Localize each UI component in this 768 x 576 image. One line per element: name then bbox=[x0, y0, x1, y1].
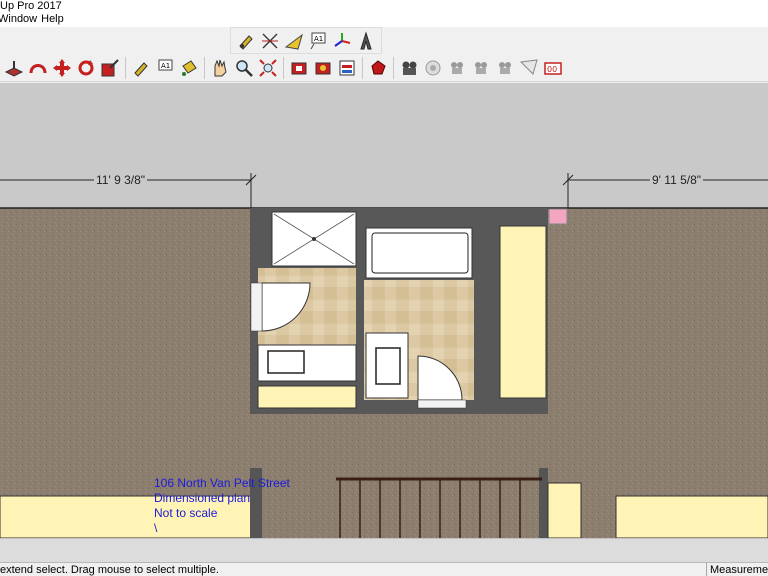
push-pull-icon[interactable] bbox=[3, 57, 25, 79]
toolbar-separator bbox=[125, 56, 126, 79]
status-bar: extend select. Drag mouse to select mult… bbox=[0, 562, 768, 576]
ruby-icon[interactable] bbox=[367, 57, 389, 79]
tape-measure-icon[interactable] bbox=[235, 30, 257, 52]
floor-plan-drawing bbox=[0, 173, 768, 538]
protractor-icon[interactable] bbox=[283, 30, 305, 52]
3d-warehouse-icon[interactable] bbox=[288, 57, 310, 79]
zoom-extents-icon[interactable] bbox=[257, 57, 279, 79]
text-icon[interactable]: A1 bbox=[154, 57, 176, 79]
bottom-mid-cabinet bbox=[547, 482, 582, 538]
follow-me-icon[interactable] bbox=[27, 57, 49, 79]
camera-2-icon[interactable] bbox=[470, 57, 492, 79]
dimension-label-left: 11' 9 3/8" bbox=[94, 173, 148, 187]
svg-text:A1: A1 bbox=[314, 35, 323, 43]
menu-window[interactable]: Window bbox=[0, 12, 41, 27]
pink-marker bbox=[548, 208, 568, 225]
move-icon[interactable] bbox=[51, 57, 73, 79]
toolbar-separator bbox=[283, 56, 284, 79]
look-around-icon[interactable] bbox=[422, 57, 444, 79]
main-toolbar: A1 00 bbox=[0, 54, 768, 82]
measurements-box[interactable]: Measurements bbox=[706, 563, 768, 576]
annotation-line-1: 106 North Van Pelt Street bbox=[154, 476, 290, 490]
window-title: Up Pro 2017 bbox=[0, 0, 62, 12]
3d-text-icon[interactable] bbox=[355, 30, 377, 52]
toolbar-separator bbox=[204, 56, 205, 79]
annotation-line-4: \ bbox=[154, 521, 158, 535]
horizontal-scroll-area[interactable] bbox=[0, 538, 768, 562]
drawing-viewport[interactable]: 11' 9 3/8" 9' 11 5/8" 106 North Van Pelt… bbox=[0, 83, 768, 538]
axes-icon[interactable] bbox=[331, 30, 353, 52]
svg-text:A1: A1 bbox=[161, 62, 170, 70]
menu-help[interactable]: Help bbox=[41, 12, 68, 27]
menu-bar: Window Help bbox=[0, 12, 768, 27]
zoom-icon[interactable] bbox=[233, 57, 255, 79]
left-lower-cabinet bbox=[257, 385, 357, 409]
tape-measure-icon[interactable] bbox=[130, 57, 152, 79]
advanced-camera-icon[interactable] bbox=[398, 57, 420, 79]
title-bar: Up Pro 2017 bbox=[0, 0, 768, 12]
extension-warehouse-icon[interactable] bbox=[312, 57, 334, 79]
annotation-line-2: Dimensioned plan bbox=[154, 491, 251, 505]
dimension-label-right: 9' 11 5/8" bbox=[650, 173, 704, 187]
camera-1-icon[interactable] bbox=[446, 57, 468, 79]
paint-bucket-icon[interactable] bbox=[178, 57, 200, 79]
bottom-right-cabinet bbox=[615, 495, 768, 538]
toolbar-separator bbox=[362, 56, 363, 79]
svg-text:00: 00 bbox=[547, 65, 557, 74]
camera-frustum-icon[interactable] bbox=[518, 57, 540, 79]
construction-toolbar: A1 bbox=[230, 27, 382, 54]
pan-icon[interactable] bbox=[209, 57, 231, 79]
camera-3-icon[interactable] bbox=[494, 57, 516, 79]
camera-clear-icon[interactable]: 00 bbox=[542, 57, 564, 79]
layout-icon[interactable] bbox=[336, 57, 358, 79]
rotate-icon[interactable] bbox=[75, 57, 97, 79]
annotation-line-3: Not to scale bbox=[154, 506, 218, 520]
dimension-icon[interactable] bbox=[259, 30, 281, 52]
status-message: extend select. Drag mouse to select mult… bbox=[0, 564, 219, 576]
plan-annotation: 106 North Van Pelt Street Dimensioned pl… bbox=[154, 476, 290, 536]
sketchup-window: Up Pro 2017 Window Help A1 A1 00 11' 9 3… bbox=[0, 0, 768, 576]
scale-icon[interactable] bbox=[99, 57, 121, 79]
toolbar-separator bbox=[393, 56, 394, 79]
text-icon[interactable]: A1 bbox=[307, 30, 329, 52]
closet bbox=[499, 225, 547, 399]
